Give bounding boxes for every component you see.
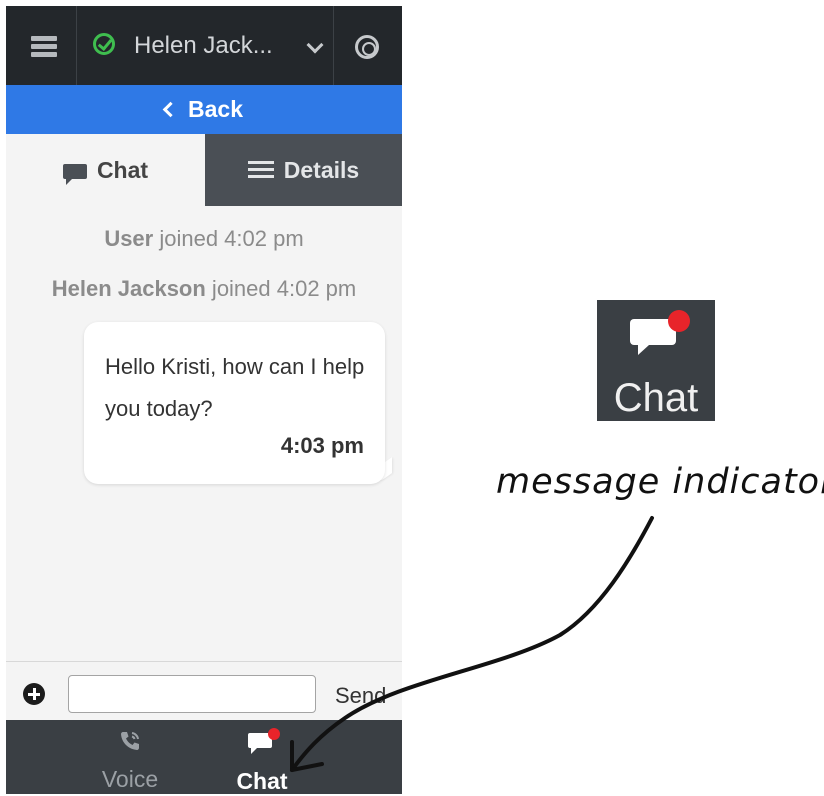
composer-bar: Send — [6, 661, 402, 721]
help-icon[interactable] — [355, 35, 379, 59]
tab-chat[interactable]: Chat — [6, 134, 205, 206]
chevron-left-icon — [162, 101, 179, 118]
ready-status-icon — [93, 33, 115, 55]
system-message: Helen Jackson joined 4:02 pm — [6, 276, 402, 302]
list-icon — [247, 161, 274, 179]
tab-bar: Chat Details — [6, 134, 402, 206]
send-button[interactable]: Send — [335, 683, 386, 709]
hamburger-icon-bar — [31, 52, 57, 57]
message-indicator-dot — [668, 310, 690, 332]
tab-details[interactable]: Details — [205, 134, 402, 206]
agent-name: Helen Jack... — [134, 32, 273, 59]
message-text: Hello Kristi, how can I help you today? — [105, 354, 365, 421]
agent-status-dropdown[interactable]: Helen Jack... — [78, 6, 334, 85]
chevron-down-icon — [306, 36, 324, 54]
system-message-text: joined 4:02 pm — [205, 276, 357, 301]
back-button[interactable]: Back — [6, 85, 402, 134]
participant-name: User — [104, 226, 154, 251]
back-label: Back — [188, 96, 243, 122]
system-message: User joined 4:02 pm — [6, 226, 402, 252]
hamburger-icon — [31, 36, 57, 41]
chat-callout-zoom: Chat — [597, 300, 715, 421]
system-message-text: joined 4:02 pm — [153, 226, 304, 251]
voice-label: Voice — [101, 766, 159, 792]
hamburger-icon-bar — [31, 44, 57, 49]
message-input[interactable] — [68, 675, 316, 713]
agent-workspace-panel: Helen Jack... Back Chat Details User joi… — [6, 6, 402, 794]
participant-name: Helen Jackson — [51, 276, 206, 301]
chat-tab[interactable]: Chat — [220, 720, 304, 794]
message-bubble: Hello Kristi, how can I help you today? … — [84, 322, 385, 484]
annotation-text: message indicator — [496, 462, 824, 502]
chat-label: Chat — [236, 768, 288, 794]
message-indicator-dot — [268, 728, 280, 740]
add-circle-icon[interactable] — [23, 683, 45, 705]
callout-chat-label: Chat — [613, 376, 699, 420]
top-bar: Helen Jack... — [6, 6, 402, 85]
phone-icon — [121, 732, 139, 750]
tab-details-label: Details — [283, 156, 360, 183]
bottom-nav: Voice Chat — [6, 720, 402, 794]
tab-chat-label: Chat — [96, 156, 149, 183]
chat-bubble-icon — [62, 163, 87, 185]
voice-tab[interactable]: Voice — [76, 720, 184, 794]
menu-button[interactable] — [6, 6, 77, 85]
message-time: 4:03 pm — [280, 433, 364, 458]
